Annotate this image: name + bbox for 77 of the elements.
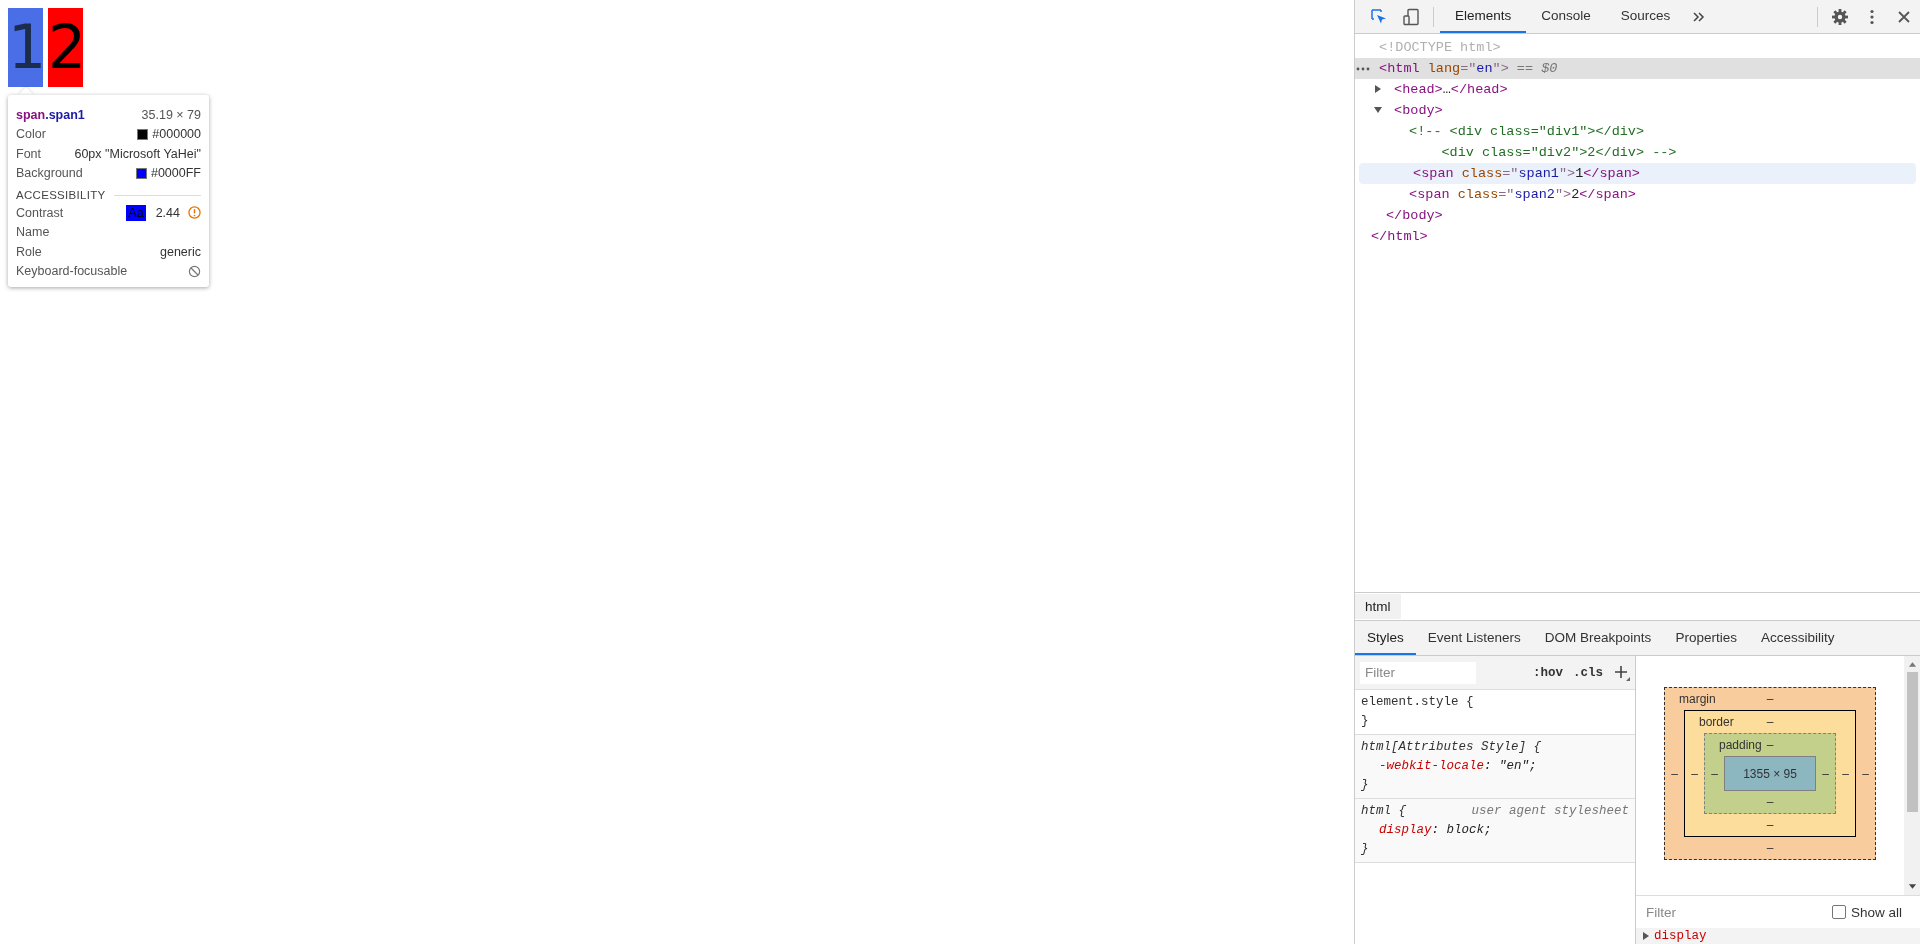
property-value: generic <box>160 244 201 259</box>
box-value: – <box>1766 818 1774 832</box>
sidebar-tab[interactable]: Event Listeners <box>1415 621 1533 655</box>
expand-triangle-icon[interactable] <box>1642 932 1650 940</box>
device-toolbar-icon[interactable] <box>1402 7 1420 26</box>
closing-brace: } <box>1361 713 1369 730</box>
contrast-sample: Aa <box>126 204 146 221</box>
box-value: – <box>1710 765 1719 783</box>
style-declaration: -webkit-locale: "en"; <box>1378 758 1538 775</box>
dom-node-line[interactable]: </html> <box>1355 226 1920 247</box>
sidebar-tab[interactable]: DOM Breakpoints <box>1532 621 1664 655</box>
sidebar-tab[interactable]: Properties <box>1663 621 1749 655</box>
property-label: Name <box>16 225 50 240</box>
style-declaration: display: block; <box>1378 822 1493 839</box>
element-selector: span.span1 <box>16 107 85 122</box>
property-label: Color <box>16 127 46 142</box>
scroll-down-arrow-icon[interactable] <box>1907 884 1917 890</box>
dom-node-line[interactable]: </body> <box>1355 205 1920 226</box>
computed-property[interactable]: display <box>1636 928 1920 944</box>
panel-tab[interactable]: Elements <box>1440 0 1527 33</box>
filter-field[interactable]: Filter <box>1360 661 1476 684</box>
expand-triangle-icon[interactable] <box>1374 85 1382 93</box>
box-value: – <box>1821 765 1830 783</box>
rule-selector: html { <box>1361 803 1406 820</box>
class-toggle[interactable]: .cls <box>1568 665 1608 680</box>
dom-node-line[interactable]: <span class="span2">2</span> <box>1355 184 1920 205</box>
section-heading: ACCESSIBILITY <box>16 189 106 201</box>
warning-icon <box>188 206 201 220</box>
scroll-up-arrow-icon[interactable] <box>1907 661 1917 667</box>
property-value: #000000 <box>152 127 201 142</box>
box-value: – <box>1766 795 1774 809</box>
filter-field[interactable]: Filter <box>1644 903 1826 921</box>
box-value: – <box>1766 715 1774 729</box>
text-span: 2 <box>48 8 83 87</box>
show-all-checkbox[interactable]: Show all <box>1831 904 1902 920</box>
property-label: Font <box>16 146 41 161</box>
contrast-ratio: 2.44 <box>155 205 180 220</box>
box-label: padding <box>1718 738 1763 752</box>
panel-tab[interactable]: Console <box>1526 0 1606 33</box>
dom-node-line[interactable]: <head>…</head> <box>1355 79 1920 100</box>
property-label: Contrast <box>16 205 64 220</box>
rule-source: user agent stylesheet <box>1471 803 1629 820</box>
box-label: margin <box>1678 692 1717 706</box>
text-span: 1 <box>8 8 43 87</box>
new-rule-icon[interactable] <box>1614 664 1630 681</box>
dom-node-line[interactable]: <div class="div2">2</div> --> <box>1355 142 1920 163</box>
box-value: – <box>1690 765 1699 783</box>
rule-selector: html[Attributes Style] { <box>1361 739 1542 756</box>
scrollbar[interactable] <box>1904 656 1920 895</box>
dom-node-line[interactable]: <!-- <div class="div1"></div> <box>1355 121 1920 142</box>
box-value: – <box>1670 765 1679 783</box>
property-value: 60px "Microsoft YaHei" <box>74 146 201 161</box>
sidebar-tab[interactable]: Accessibility <box>1748 621 1847 655</box>
collapse-triangle-icon[interactable] <box>1374 106 1382 114</box>
box-label: border <box>1698 715 1735 729</box>
settings-icon[interactable] <box>1831 7 1849 26</box>
more-tabs-icon[interactable] <box>1692 9 1707 24</box>
element-size: 35.19 × 79 <box>141 107 201 122</box>
closing-brace: } <box>1361 841 1369 858</box>
panel-tab[interactable]: Sources <box>1605 0 1686 33</box>
not-allowed-icon <box>188 264 201 278</box>
rule-selector: element.style { <box>1361 694 1474 711</box>
content-box: 1355 × 95 <box>1724 756 1816 791</box>
property-label: Role <box>16 244 42 259</box>
closing-brace: } <box>1361 777 1369 794</box>
box-value: – <box>1766 692 1774 706</box>
property-value: #0000FF <box>150 166 201 181</box>
ellipsis-icon[interactable] <box>1356 67 1370 71</box>
property-label: Background <box>16 166 83 181</box>
dom-node-line[interactable]: <body> <box>1355 100 1920 121</box>
box-value: – <box>1766 738 1774 752</box>
box-value: – <box>1861 765 1870 783</box>
box-value: – <box>1766 841 1774 855</box>
property-label: Keyboard-focusable <box>16 264 128 279</box>
hover-state-toggle[interactable]: :hov <box>1527 665 1568 680</box>
box-value: – <box>1841 765 1850 783</box>
breadcrumb-item[interactable]: html <box>1355 594 1401 619</box>
